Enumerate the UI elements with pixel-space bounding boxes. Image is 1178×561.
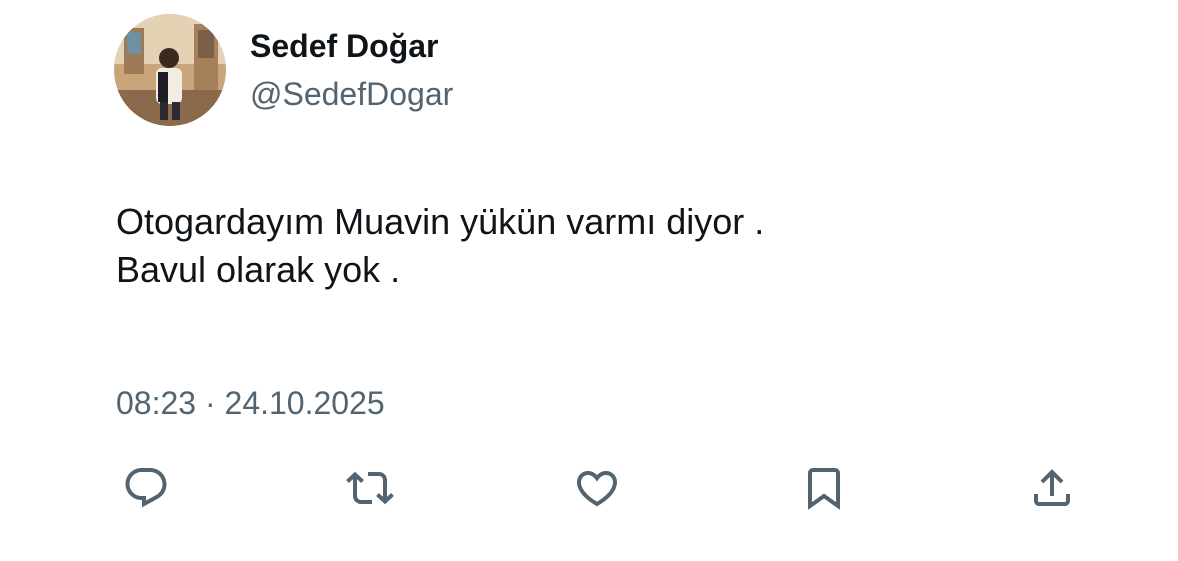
share-icon bbox=[1034, 469, 1070, 506]
like-icon bbox=[576, 471, 618, 507]
avatar-photo bbox=[114, 14, 226, 126]
avatar[interactable] bbox=[114, 14, 226, 126]
retweet-button[interactable] bbox=[344, 462, 396, 514]
author-handle[interactable]: @SedefDogar bbox=[250, 74, 453, 114]
bookmark-button[interactable] bbox=[798, 462, 850, 514]
retweet-icon bbox=[346, 471, 394, 505]
tweet-timestamp[interactable]: 08:23 · 24.10.2025 bbox=[116, 383, 385, 423]
like-button[interactable] bbox=[571, 462, 623, 514]
share-button[interactable] bbox=[1026, 462, 1078, 514]
tweet-text: Otogardayım Muavin yükün varmı diyor . B… bbox=[116, 198, 1076, 294]
tweet-card: Sedef Doğar @SedefDogar Otogardayım Muav… bbox=[0, 0, 1178, 561]
tweet-text-line: Bavul olarak yok . bbox=[116, 249, 401, 290]
reply-icon bbox=[125, 468, 167, 508]
tweet-text-line: Otogardayım Muavin yükün varmı diyor . bbox=[116, 201, 765, 242]
reply-button[interactable] bbox=[120, 462, 172, 514]
bookmark-icon bbox=[808, 468, 840, 510]
author-display-name[interactable]: Sedef Doğar bbox=[250, 26, 438, 66]
